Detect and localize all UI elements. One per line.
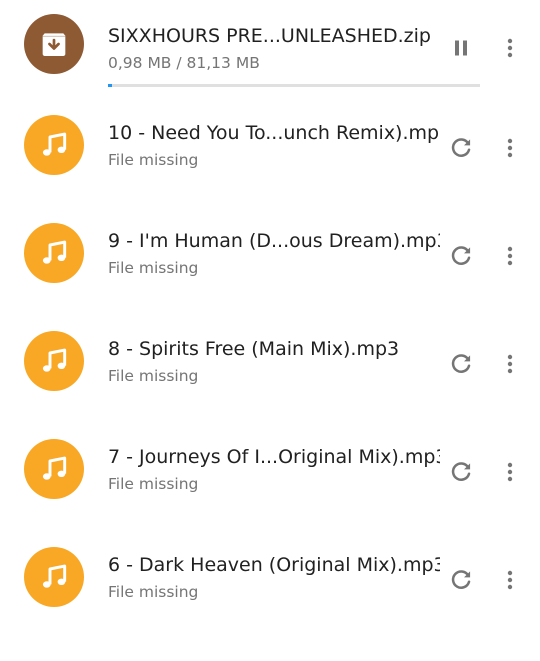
- archive-download-icon: [24, 14, 84, 74]
- download-item-texts: SIXXHOURS PRE...UNLEASHED.zip 0,98 MB / …: [108, 24, 440, 73]
- retry-button[interactable]: [443, 238, 479, 274]
- music-note-icon: [24, 547, 84, 607]
- retry-icon: [451, 570, 471, 589]
- music-note-icon: [24, 331, 84, 391]
- download-status: File missing: [108, 583, 199, 601]
- more-vert-icon: [507, 38, 513, 58]
- download-item-active[interactable]: SIXXHOURS PRE...UNLEASHED.zip 0,98 MB / …: [0, 0, 540, 98]
- download-item-texts: 8 - Spirits Free (Main Mix).mp3 File mis…: [108, 337, 440, 386]
- more-options-button[interactable]: [498, 562, 522, 598]
- retry-icon: [451, 354, 471, 373]
- pause-button[interactable]: [443, 30, 479, 66]
- download-status: File missing: [108, 475, 199, 493]
- more-vert-icon: [507, 354, 513, 374]
- music-note-icon: [24, 439, 84, 499]
- download-progress-bar: [108, 84, 480, 87]
- download-status: File missing: [108, 259, 199, 277]
- download-filename: 7 - Journeys Of I...Original Mix).mp3: [108, 446, 440, 468]
- download-item-texts: 6 - Dark Heaven (Original Mix).mp3 File …: [108, 553, 440, 602]
- retry-icon: [451, 246, 471, 265]
- retry-button[interactable]: [443, 454, 479, 490]
- retry-button[interactable]: [443, 562, 479, 598]
- music-note-icon: [24, 115, 84, 175]
- more-options-button[interactable]: [498, 130, 522, 166]
- more-options-button[interactable]: [498, 30, 522, 66]
- download-item[interactable]: 9 - I'm Human (D...ous Dream).mp3 File m…: [0, 206, 540, 314]
- download-progress-text: 0,98 MB / 81,13 MB: [108, 54, 260, 72]
- more-vert-icon: [507, 138, 513, 158]
- download-item[interactable]: 6 - Dark Heaven (Original Mix).mp3 File …: [0, 530, 540, 638]
- download-status: File missing: [108, 151, 199, 169]
- download-progress-fill: [108, 84, 113, 87]
- pause-icon: [455, 40, 467, 56]
- download-filename: 9 - I'm Human (D...ous Dream).mp3: [108, 230, 440, 252]
- more-vert-icon: [507, 246, 513, 266]
- download-item-texts: 9 - I'm Human (D...ous Dream).mp3 File m…: [108, 229, 440, 278]
- download-item[interactable]: 10 - Need You To...unch Remix).mp3 File …: [0, 98, 540, 206]
- retry-button[interactable]: [443, 130, 479, 166]
- download-filename: 10 - Need You To...unch Remix).mp3: [108, 122, 440, 144]
- download-status: File missing: [108, 367, 199, 385]
- more-options-button[interactable]: [498, 238, 522, 274]
- download-item-texts: 10 - Need You To...unch Remix).mp3 File …: [108, 121, 440, 170]
- more-vert-icon: [507, 462, 513, 482]
- retry-icon: [451, 462, 471, 481]
- retry-icon: [451, 138, 471, 157]
- more-vert-icon: [507, 570, 513, 590]
- retry-button[interactable]: [443, 346, 479, 382]
- music-note-icon: [24, 223, 84, 283]
- download-filename: 8 - Spirits Free (Main Mix).mp3: [108, 338, 400, 360]
- download-item[interactable]: 8 - Spirits Free (Main Mix).mp3 File mis…: [0, 314, 540, 422]
- download-list: SIXXHOURS PRE...UNLEASHED.zip 0,98 MB / …: [0, 0, 540, 638]
- download-item-texts: 7 - Journeys Of I...Original Mix).mp3 Fi…: [108, 445, 440, 494]
- download-item[interactable]: 7 - Journeys Of I...Original Mix).mp3 Fi…: [0, 422, 540, 530]
- more-options-button[interactable]: [498, 454, 522, 490]
- download-filename: SIXXHOURS PRE...UNLEASHED.zip: [108, 25, 431, 47]
- download-filename: 6 - Dark Heaven (Original Mix).mp3: [108, 554, 440, 576]
- more-options-button[interactable]: [498, 346, 522, 382]
